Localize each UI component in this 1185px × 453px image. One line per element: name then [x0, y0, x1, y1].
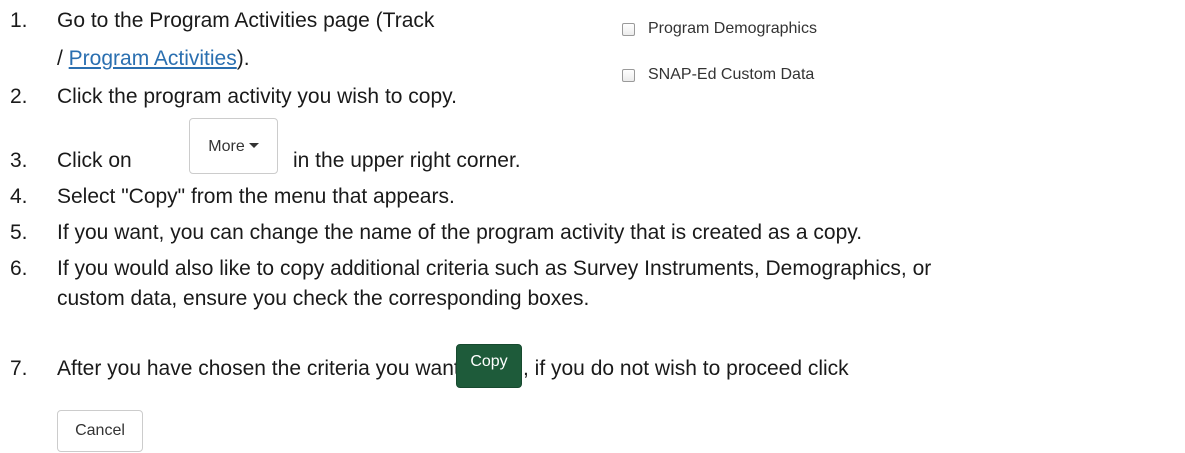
step-3-suffix: in the upper right corner. [293, 149, 521, 172]
step-1-line-2: / Program Activities). [57, 46, 250, 72]
step-2-text: Click the program activity you wish to c… [57, 85, 457, 108]
copy-button[interactable]: Copy [456, 344, 522, 388]
step-number: 4. [10, 185, 28, 208]
step-number: 2. [10, 85, 28, 108]
step-5-text: If you want, you can change the name of … [57, 221, 863, 244]
copy-button-label: Copy [470, 353, 508, 370]
step-7-prefix: After you have chosen the criteria you w… [57, 357, 513, 380]
step-1-suffix: ). [236, 47, 250, 70]
program-activities-link[interactable]: Program Activities [69, 47, 237, 70]
program-demographics-checkbox[interactable] [622, 22, 635, 36]
instructions-document: Program Demographics SNAP-Ed Custom Data… [0, 0, 1185, 453]
step-number: 5. [10, 221, 28, 244]
step-number: 3. [10, 149, 28, 172]
cancel-button-label: Cancel [75, 422, 125, 439]
step-6-line-1: If you would also like to copy additiona… [57, 257, 932, 280]
checkbox-row-program-demographics[interactable]: Program Demographics [622, 20, 817, 38]
cancel-button[interactable]: Cancel [57, 410, 143, 452]
step-7-suffix: , if you do not wish to proceed click [523, 357, 849, 380]
step-number: 1. [10, 9, 28, 32]
step-1-prefix: / [57, 47, 69, 70]
checkbox-row-snap-ed-custom-data[interactable]: SNAP-Ed Custom Data [622, 66, 814, 84]
caret-down-icon [248, 143, 259, 149]
step-number: 7. [10, 357, 28, 380]
step-3-prefix: Click on [57, 149, 132, 172]
step-1-line-1: Go to the Program Activities page (Track [57, 9, 435, 32]
more-button[interactable]: More [189, 118, 278, 174]
step-number: 6. [10, 257, 28, 280]
step-6-line-2: custom data, ensure you check the corres… [57, 287, 590, 310]
snap-ed-custom-data-label: SNAP-Ed Custom Data [648, 66, 815, 83]
snap-ed-custom-data-checkbox[interactable] [622, 68, 635, 82]
step-4-text: Select "Copy" from the menu that appears… [57, 185, 455, 208]
program-demographics-label: Program Demographics [648, 20, 817, 37]
more-button-label: More [208, 138, 245, 155]
